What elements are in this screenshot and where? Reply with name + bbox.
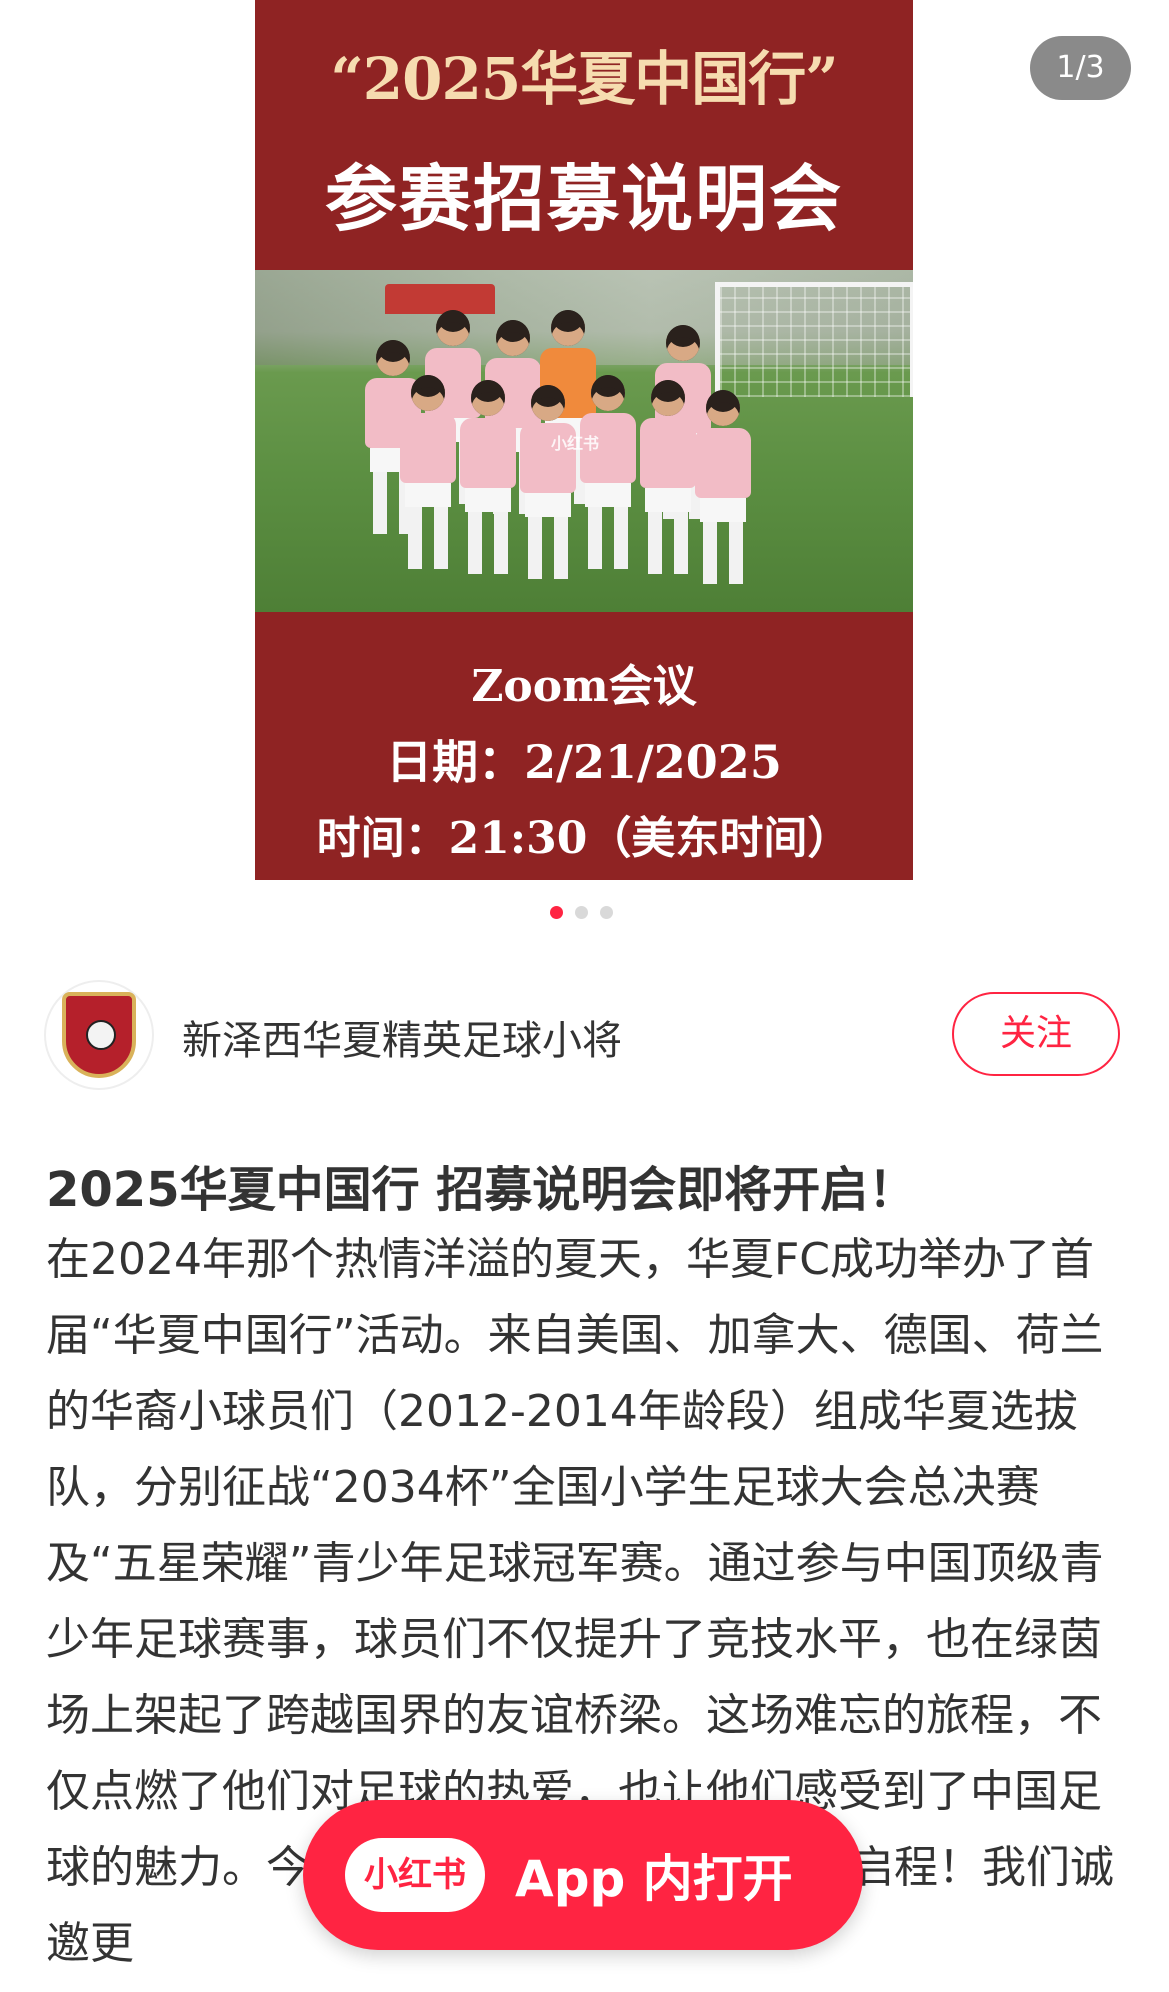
carousel-dot[interactable] <box>600 906 613 919</box>
watermark: 小红书 <box>551 434 600 453</box>
open-in-app-button[interactable]: 小红书 App 内打开 <box>303 1800 863 1950</box>
xiaohongshu-logo-icon: 小红书 <box>345 1838 485 1912</box>
avatar[interactable] <box>44 980 154 1090</box>
poster-title-line1: “2025华夏中国行” <box>330 45 838 113</box>
post-title: 2025华夏中国行 招募说明会即将开启！ <box>46 1162 917 1218</box>
carousel-image[interactable]: “2025华夏中国行” 参赛招募说明会 小红书 Zoom会议 日期：2/21/2… <box>255 0 913 880</box>
poster-meeting: Zoom会议 <box>471 661 697 712</box>
soccer-goal <box>715 282 913 397</box>
team-photo: 小红书 <box>255 270 913 612</box>
player <box>460 380 516 574</box>
poster-time: 时间：21:30（美东时间） <box>316 813 852 864</box>
author-name[interactable]: 新泽西华夏精英足球小将 <box>182 1008 622 1066</box>
player <box>640 380 696 574</box>
carousel-dots <box>550 906 613 920</box>
follow-button[interactable]: 关注 <box>952 992 1120 1076</box>
poster-date: 日期：2/21/2025 <box>386 735 782 789</box>
poster-title-line2: 参赛招募说明会 <box>324 156 843 241</box>
player <box>520 385 576 579</box>
club-crest-icon <box>62 992 136 1078</box>
carousel-dot[interactable] <box>550 906 563 919</box>
player <box>580 375 636 569</box>
player <box>695 390 751 584</box>
carousel-dot[interactable] <box>575 906 588 919</box>
open-in-app-label: App 内打开 <box>515 1850 793 1908</box>
player <box>400 375 456 569</box>
image-counter-badge: 1/3 <box>1030 36 1131 100</box>
